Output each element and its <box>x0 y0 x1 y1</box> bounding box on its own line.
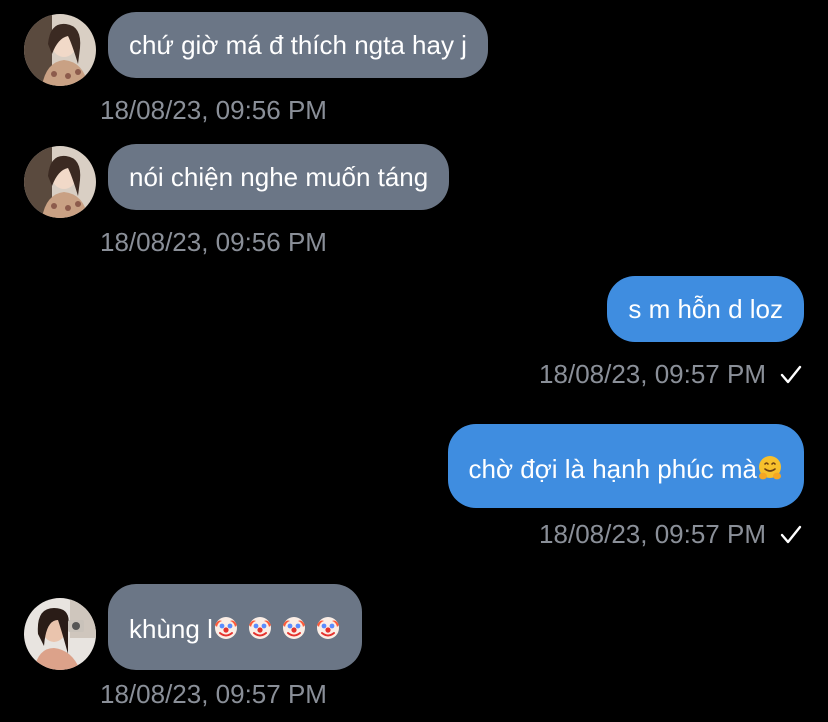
message-text: chờ đợi là hạnh phúc mà <box>468 454 758 484</box>
message-bubble-outgoing[interactable]: chờ đợi là hạnh phúc mà <box>447 424 804 508</box>
message-bubble-incoming[interactable]: nói chiện nghe muốn táng <box>108 144 450 210</box>
message-bubble-outgoing[interactable]: s m hỗn d loz <box>607 276 804 342</box>
message-timestamp: 18/08/23, 09:56 PM <box>100 227 327 257</box>
message-timestamp: 18/08/23, 09:57 PM <box>539 359 766 389</box>
sender-avatar[interactable] <box>24 146 96 218</box>
message-text: nói chiện nghe muốn táng <box>129 162 429 192</box>
message-meta: 18/08/23, 09:57 PM <box>539 519 802 549</box>
clown-face-emoji <box>315 615 341 641</box>
message-timestamp: 18/08/23, 09:57 PM <box>539 519 766 549</box>
message-bubble-incoming[interactable]: chứ giờ má đ thích ngta hay j <box>108 12 488 78</box>
message-meta: 18/08/23, 09:57 PM <box>539 359 802 389</box>
clown-face-emoji <box>247 615 273 641</box>
clown-face-emoji <box>213 615 239 641</box>
chat-thread: chứ giờ má đ thích ngta hay j 18/08/23, … <box>0 0 828 722</box>
message-text: s m hỗn d loz <box>628 294 783 324</box>
sent-check-icon <box>780 525 802 545</box>
message-text: chứ giờ má đ thích ngta hay j <box>129 30 467 60</box>
message-text: khùng l <box>129 614 213 644</box>
hugging-face-emoji <box>757 455 783 481</box>
clown-face-emoji <box>281 615 307 641</box>
sender-avatar[interactable] <box>24 598 96 670</box>
sender-avatar[interactable] <box>24 14 96 86</box>
message-timestamp: 18/08/23, 09:57 PM <box>100 679 327 709</box>
message-bubble-incoming[interactable]: khùng l <box>108 584 362 670</box>
message-timestamp: 18/08/23, 09:56 PM <box>100 95 327 125</box>
sent-check-icon <box>780 365 802 385</box>
